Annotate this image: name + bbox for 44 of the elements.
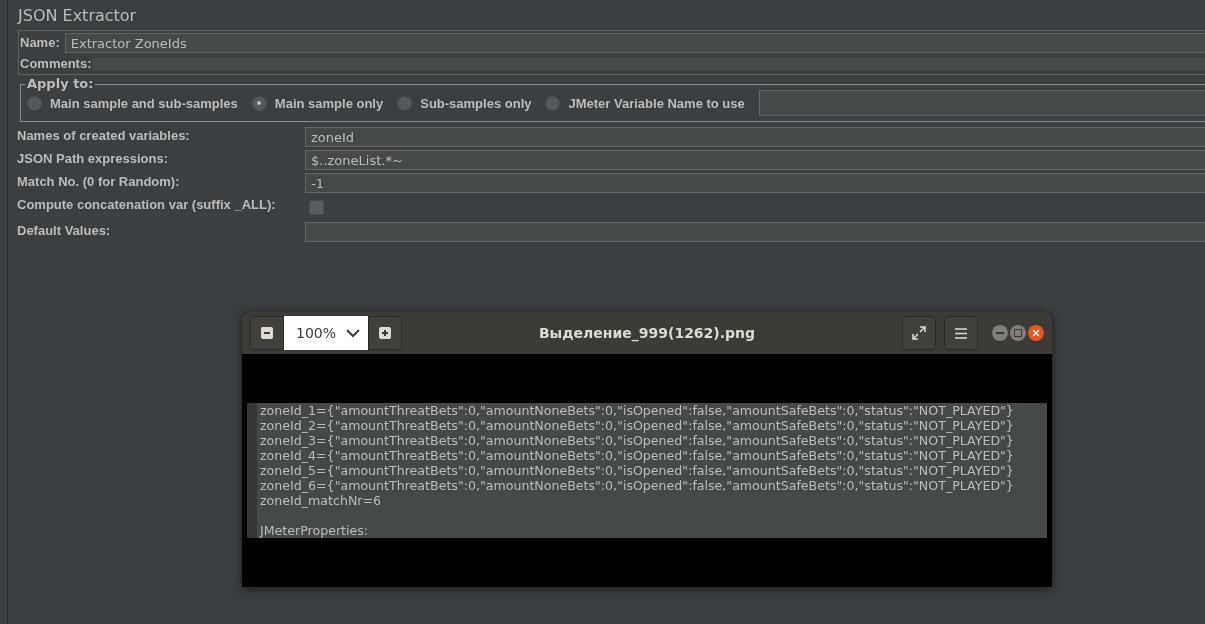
chevron-down-icon bbox=[346, 328, 360, 338]
text-line: zoneId_6={"amountThreatBets":0,"amountNoneBets":0,"isOpened":false,"amountSafeBets":0,"status":"NOT_PLAYED"} bbox=[260, 478, 1015, 493]
window-title: Выделение_999(1262).png bbox=[538, 325, 756, 341]
field-label: JSON Path expressions: bbox=[17, 151, 169, 167]
radio-option[interactable]: JMeter Variable Name to use bbox=[545, 95, 745, 111]
text-field[interactable]: $..zoneList.*~ bbox=[305, 150, 1205, 170]
field-label: Match No. (0 for Random): bbox=[17, 174, 181, 190]
text-field[interactable] bbox=[305, 222, 1205, 242]
field-label: Compute concatenation var (suffix _ALL): bbox=[17, 197, 277, 213]
expand-arrows-icon bbox=[912, 326, 926, 340]
name-field[interactable]: Extractor ZoneIds bbox=[64, 33, 1205, 53]
radio-option[interactable]: Main sample and sub-samples bbox=[27, 95, 238, 111]
fullscreen-button[interactable] bbox=[902, 316, 936, 350]
group-legend: Apply to: bbox=[25, 76, 96, 91]
variable-name-field[interactable] bbox=[758, 90, 1205, 116]
zoom-in-button[interactable] bbox=[368, 316, 402, 350]
field-label: Comments: bbox=[20, 56, 92, 72]
field-label: Name: bbox=[20, 35, 60, 51]
menu-button[interactable] bbox=[944, 316, 978, 350]
text-line: zoneId_4={"amountThreatBets":0,"amountNoneBets":0,"isOpened":false,"amountSafeBets":0,"status":"NOT_PLAYED"} bbox=[260, 448, 1015, 463]
close-button[interactable] bbox=[1028, 325, 1044, 341]
text-field[interactable]: -1 bbox=[305, 173, 1205, 193]
radio-option[interactable]: Main sample only bbox=[251, 95, 384, 111]
radio-option[interactable]: Sub-samples only bbox=[397, 95, 532, 111]
text-line: zoneId_3={"amountThreatBets":0,"amountNoneBets":0,"isOpened":false,"amountSafeBets":0,"status":"NOT_PLAYED"} bbox=[260, 433, 1015, 448]
text-line: zoneId_1={"amountThreatBets":0,"amountNoneBets":0,"isOpened":false,"amountSafeBets":0,"status":"NOT_PLAYED"} bbox=[260, 403, 1015, 418]
menu-icon bbox=[955, 327, 967, 339]
plus-icon bbox=[379, 327, 391, 339]
field-label: Default Values: bbox=[17, 223, 112, 239]
zoom-dropdown[interactable]: 100% bbox=[284, 316, 368, 350]
close-icon bbox=[1032, 329, 1040, 337]
minus-icon bbox=[261, 327, 273, 339]
checkbox[interactable] bbox=[309, 200, 324, 215]
text-line: zoneId_5={"amountThreatBets":0,"amountNoneBets":0,"isOpened":false,"amountSafeBets":0,"status":"NOT_PLAYED"} bbox=[260, 463, 1015, 478]
minimize-icon bbox=[996, 332, 1004, 334]
text-line: zoneId_2={"amountThreatBets":0,"amountNoneBets":0,"isOpened":false,"amountSafeBets":0,"status":"NOT_PLAYED"} bbox=[260, 418, 1015, 433]
text-line: zoneId_matchNr=6 bbox=[260, 493, 383, 508]
text-field[interactable]: zoneId bbox=[305, 127, 1205, 147]
minimize-button[interactable] bbox=[992, 325, 1008, 341]
text-line: JMeterProperties: bbox=[260, 523, 370, 538]
panel-title: JSON Extractor bbox=[18, 6, 138, 27]
field-label: Names of created variables: bbox=[17, 128, 191, 144]
maximize-icon bbox=[1014, 329, 1022, 337]
zoom-out-button[interactable] bbox=[250, 316, 284, 350]
